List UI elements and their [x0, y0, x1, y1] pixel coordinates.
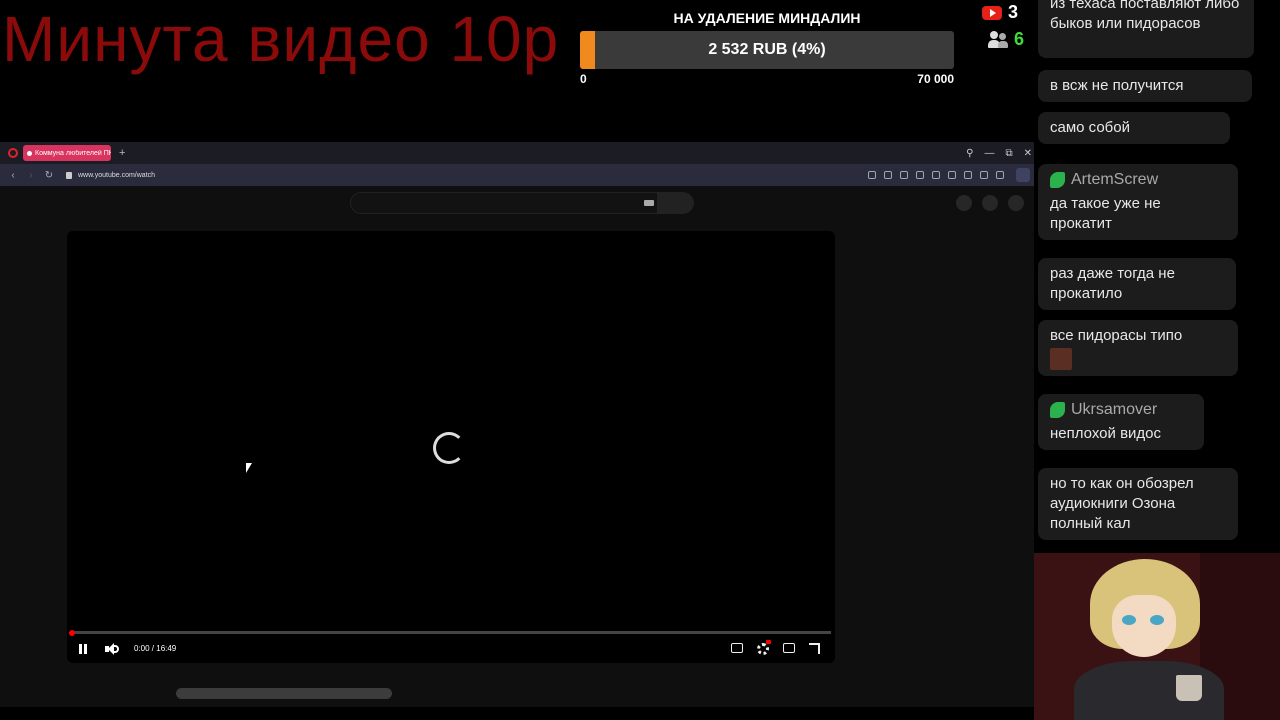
heart-icon[interactable] [948, 171, 956, 179]
address-bar: ‹ › ↻ www.youtube.com/watch [0, 164, 1034, 186]
chat-message: но то как он обозрел аудиокниги Озона по… [1038, 468, 1238, 540]
tab-title: Коммуна любителей ПК [35, 149, 111, 157]
back-icon[interactable]: ‹ [4, 170, 22, 181]
window-controls: ⚲ — ⧉ ✕ [966, 142, 1032, 164]
chat-message-text: но то как он обозрел аудиокниги Озона по… [1050, 475, 1194, 532]
settings-icon[interactable] [1016, 168, 1030, 182]
youtube-count: 3 [1008, 2, 1019, 22]
hd-badge-icon [766, 640, 771, 644]
tab-bar: Коммуна любителей ПК + ⚲ — ⧉ ✕ [0, 142, 1034, 164]
restore-icon[interactable]: ⧉ [1005, 148, 1012, 159]
search-button[interactable] [657, 193, 693, 213]
reload-icon[interactable]: ↻ [40, 170, 58, 181]
chat-panel: из техаса поставляют либо быков или пидо… [1034, 0, 1280, 553]
youtube-icon [982, 5, 1002, 20]
loading-spinner-icon [433, 432, 465, 464]
progress-bar[interactable] [71, 631, 831, 634]
chat-message: ArtemScrew да такое уже не прокатит [1038, 164, 1238, 240]
menu-icon[interactable] [980, 171, 988, 179]
close-icon[interactable]: ✕ [1024, 148, 1032, 159]
chat-author-name: ArtemScrew [1071, 171, 1159, 188]
camera-icon[interactable] [916, 171, 924, 179]
search-input[interactable] [350, 192, 694, 214]
viewers-icon [988, 30, 1008, 49]
opera-logo-icon[interactable] [8, 148, 18, 158]
tab-active[interactable]: Коммуна любителей ПК [23, 145, 111, 161]
minimize-icon[interactable]: — [984, 148, 994, 159]
viewers-stat: 6 [988, 29, 1024, 50]
chat-message-text: раз даже тогда не прокатило [1050, 265, 1175, 302]
promo-text: Минута видео 10р [2, 3, 560, 75]
cup-icon [1176, 675, 1202, 701]
subtitles-icon[interactable] [731, 643, 743, 653]
chat-author[interactable]: Ukrsamover [1050, 400, 1192, 420]
mouse-cursor-icon [246, 463, 252, 473]
play-icon[interactable] [932, 171, 940, 179]
chat-message: раз даже тогда не прокатило [1038, 258, 1236, 310]
user-icon[interactable] [996, 171, 1004, 179]
chat-message-text: неплохой видос [1050, 425, 1162, 442]
notifications-icon[interactable] [982, 195, 998, 211]
snapshot-icon[interactable] [868, 171, 876, 179]
shield-icon[interactable] [900, 171, 908, 179]
horizontal-scrollbar[interactable] [176, 688, 392, 699]
chat-message: в всж не получится [1038, 70, 1252, 102]
chat-message-text: из техаса поставляют либо быков или пидо… [1050, 0, 1240, 32]
chat-message-text: в всж не получится [1050, 77, 1184, 94]
browser-window: Коммуна любителей ПК + ⚲ — ⧉ ✕ ‹ › ↻ www… [0, 142, 1034, 707]
youtube-stat: 3 [982, 2, 1018, 23]
stream-overlay: { "overlay": { "promo_text": "Минута вид… [0, 0, 1280, 720]
youtube-page: 0:00 / 16:49 [0, 186, 1034, 707]
leaf-badge-icon [1050, 402, 1065, 418]
player-controls: 0:00 / 16:49 [67, 635, 835, 663]
chat-message: Ukrsamover неплохой видос [1038, 394, 1204, 450]
create-icon[interactable] [956, 195, 972, 211]
chat-message-text: все пидорасы типо [1050, 327, 1183, 344]
avatar[interactable] [1008, 195, 1024, 211]
volume-icon[interactable] [105, 643, 119, 655]
goal-amount: 2 532 RUB (4%) [708, 41, 826, 58]
chat-message: само собой [1038, 112, 1230, 144]
goal-min-label: 0 [580, 72, 587, 86]
viewers-count: 6 [1014, 29, 1025, 49]
video-player[interactable]: 0:00 / 16:49 [67, 231, 835, 663]
leaf-badge-icon [1050, 172, 1065, 188]
pause-icon[interactable] [79, 644, 87, 654]
time-display: 0:00 / 16:49 [134, 644, 177, 653]
youtube-favicon-icon [27, 150, 32, 156]
home-icon[interactable] [884, 171, 892, 179]
streamer-avatar [1034, 553, 1280, 720]
lock-icon [66, 171, 72, 179]
goal-progress-bar: 2 532 RUB (4%) [580, 31, 954, 69]
chat-message: все пидорасы типо [1038, 320, 1238, 376]
search-icon[interactable]: ⚲ [966, 148, 973, 159]
settings-gear-icon[interactable] [757, 643, 769, 655]
forward-icon[interactable]: › [22, 170, 40, 181]
url-field[interactable]: www.youtube.com/watch [78, 172, 155, 179]
chat-message-text: да такое уже не прокатит [1050, 195, 1161, 232]
keyboard-icon[interactable] [644, 200, 654, 206]
new-tab-button[interactable]: + [119, 147, 125, 159]
goal-max-label: 70 000 [917, 72, 954, 86]
theater-mode-icon[interactable] [783, 643, 795, 653]
extensions-toolbar [868, 164, 1004, 186]
chat-author[interactable]: ArtemScrew [1050, 170, 1226, 190]
download-icon[interactable] [964, 171, 972, 179]
fullscreen-icon[interactable] [809, 643, 820, 654]
chat-message: из техаса поставляют либо быков или пидо… [1038, 0, 1254, 58]
emote-image [1050, 348, 1072, 370]
chat-message-text: само собой [1050, 119, 1130, 136]
goal-title: НА УДАЛЕНИЕ МИНДАЛИН [673, 10, 861, 26]
chat-author-name: Ukrsamover [1071, 401, 1158, 418]
